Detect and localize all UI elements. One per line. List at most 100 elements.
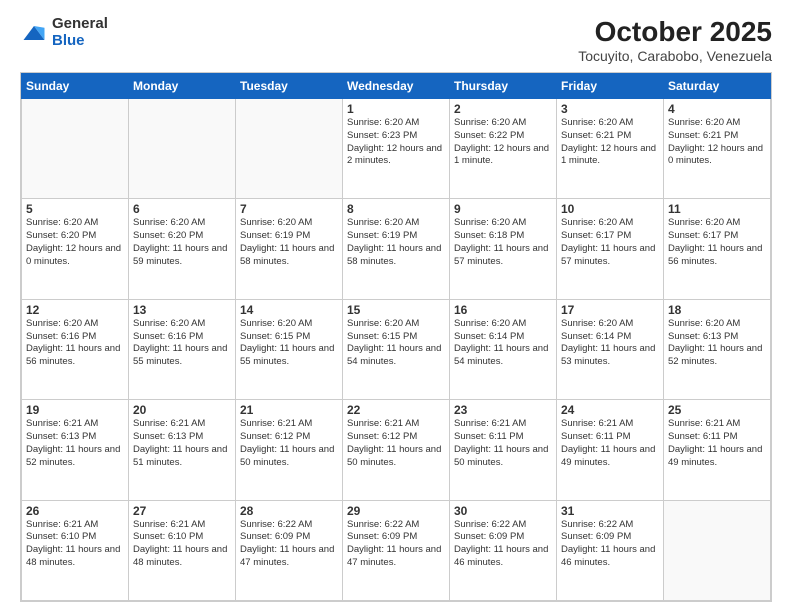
calendar-week-row: 5Sunrise: 6:20 AM Sunset: 6:20 PM Daylig… <box>22 199 771 299</box>
day-number: 30 <box>454 504 552 518</box>
calendar-day-cell: 17Sunrise: 6:20 AM Sunset: 6:14 PM Dayli… <box>557 299 664 399</box>
day-info: Sunrise: 6:21 AM Sunset: 6:12 PM Dayligh… <box>347 418 445 469</box>
day-info: Sunrise: 6:21 AM Sunset: 6:13 PM Dayligh… <box>133 418 231 469</box>
calendar-day-cell: 25Sunrise: 6:21 AM Sunset: 6:11 PM Dayli… <box>664 400 771 500</box>
calendar-day-cell: 5Sunrise: 6:20 AM Sunset: 6:20 PM Daylig… <box>22 199 129 299</box>
calendar-day-cell: 21Sunrise: 6:21 AM Sunset: 6:12 PM Dayli… <box>236 400 343 500</box>
day-info: Sunrise: 6:20 AM Sunset: 6:16 PM Dayligh… <box>26 318 124 369</box>
day-number: 15 <box>347 303 445 317</box>
day-info: Sunrise: 6:21 AM Sunset: 6:10 PM Dayligh… <box>133 519 231 570</box>
calendar-day-cell: 22Sunrise: 6:21 AM Sunset: 6:12 PM Dayli… <box>343 400 450 500</box>
calendar-day-cell: 30Sunrise: 6:22 AM Sunset: 6:09 PM Dayli… <box>450 500 557 600</box>
header-tuesday: Tuesday <box>236 74 343 99</box>
page-title: October 2025 <box>578 16 772 48</box>
day-info: Sunrise: 6:20 AM Sunset: 6:23 PM Dayligh… <box>347 117 445 168</box>
calendar-day-cell: 9Sunrise: 6:20 AM Sunset: 6:18 PM Daylig… <box>450 199 557 299</box>
day-number: 6 <box>133 202 231 216</box>
calendar-day-cell: 26Sunrise: 6:21 AM Sunset: 6:10 PM Dayli… <box>22 500 129 600</box>
calendar-day-cell <box>129 99 236 199</box>
day-info: Sunrise: 6:20 AM Sunset: 6:14 PM Dayligh… <box>454 318 552 369</box>
header: General Blue October 2025 Tocuyito, Cara… <box>20 16 772 64</box>
calendar-day-cell: 24Sunrise: 6:21 AM Sunset: 6:11 PM Dayli… <box>557 400 664 500</box>
day-number: 2 <box>454 102 552 116</box>
day-info: Sunrise: 6:20 AM Sunset: 6:18 PM Dayligh… <box>454 217 552 268</box>
day-info: Sunrise: 6:20 AM Sunset: 6:21 PM Dayligh… <box>668 117 766 168</box>
calendar-week-row: 1Sunrise: 6:20 AM Sunset: 6:23 PM Daylig… <box>22 99 771 199</box>
header-sunday: Sunday <box>22 74 129 99</box>
logo-blue: Blue <box>52 33 108 50</box>
header-thursday: Thursday <box>450 74 557 99</box>
logo-icon <box>20 19 48 47</box>
calendar-day-cell: 13Sunrise: 6:20 AM Sunset: 6:16 PM Dayli… <box>129 299 236 399</box>
day-number: 7 <box>240 202 338 216</box>
calendar-day-cell <box>236 99 343 199</box>
calendar-day-cell: 7Sunrise: 6:20 AM Sunset: 6:19 PM Daylig… <box>236 199 343 299</box>
day-number: 5 <box>26 202 124 216</box>
calendar: Sunday Monday Tuesday Wednesday Thursday… <box>20 72 772 602</box>
day-info: Sunrise: 6:20 AM Sunset: 6:20 PM Dayligh… <box>26 217 124 268</box>
day-number: 23 <box>454 403 552 417</box>
calendar-day-cell: 15Sunrise: 6:20 AM Sunset: 6:15 PM Dayli… <box>343 299 450 399</box>
day-info: Sunrise: 6:21 AM Sunset: 6:11 PM Dayligh… <box>454 418 552 469</box>
logo-general: General <box>52 16 108 33</box>
day-info: Sunrise: 6:20 AM Sunset: 6:21 PM Dayligh… <box>561 117 659 168</box>
header-monday: Monday <box>129 74 236 99</box>
page: General Blue October 2025 Tocuyito, Cara… <box>0 0 792 612</box>
day-info: Sunrise: 6:20 AM Sunset: 6:13 PM Dayligh… <box>668 318 766 369</box>
calendar-day-cell <box>22 99 129 199</box>
day-number: 3 <box>561 102 659 116</box>
day-info: Sunrise: 6:21 AM Sunset: 6:11 PM Dayligh… <box>668 418 766 469</box>
day-number: 17 <box>561 303 659 317</box>
day-info: Sunrise: 6:21 AM Sunset: 6:13 PM Dayligh… <box>26 418 124 469</box>
day-info: Sunrise: 6:20 AM Sunset: 6:16 PM Dayligh… <box>133 318 231 369</box>
calendar-day-cell: 3Sunrise: 6:20 AM Sunset: 6:21 PM Daylig… <box>557 99 664 199</box>
day-info: Sunrise: 6:20 AM Sunset: 6:20 PM Dayligh… <box>133 217 231 268</box>
header-friday: Friday <box>557 74 664 99</box>
day-info: Sunrise: 6:22 AM Sunset: 6:09 PM Dayligh… <box>240 519 338 570</box>
calendar-day-cell: 12Sunrise: 6:20 AM Sunset: 6:16 PM Dayli… <box>22 299 129 399</box>
calendar-day-cell: 20Sunrise: 6:21 AM Sunset: 6:13 PM Dayli… <box>129 400 236 500</box>
day-info: Sunrise: 6:20 AM Sunset: 6:22 PM Dayligh… <box>454 117 552 168</box>
calendar-day-cell: 23Sunrise: 6:21 AM Sunset: 6:11 PM Dayli… <box>450 400 557 500</box>
calendar-day-cell: 19Sunrise: 6:21 AM Sunset: 6:13 PM Dayli… <box>22 400 129 500</box>
day-info: Sunrise: 6:20 AM Sunset: 6:17 PM Dayligh… <box>561 217 659 268</box>
calendar-day-cell: 6Sunrise: 6:20 AM Sunset: 6:20 PM Daylig… <box>129 199 236 299</box>
calendar-week-row: 26 Sunrise: 6:21 AM Sunset: 6:10 PM Dayli… <box>22 500 771 600</box>
day-info: Sunrise: 6:21 AM Sunset: 6:12 PM Dayligh… <box>240 418 338 469</box>
calendar-day-cell: 31Sunrise: 6:22 AM Sunset: 6:09 PM Dayli… <box>557 500 664 600</box>
day-number: 22 <box>347 403 445 417</box>
day-info: Sunrise: 6:20 AM Sunset: 6:14 PM Dayligh… <box>561 318 659 369</box>
day-number: 20 <box>133 403 231 417</box>
weekday-header-row: Sunday Monday Tuesday Wednesday Thursday… <box>22 74 771 99</box>
day-number: 4 <box>668 102 766 116</box>
day-number: 29 <box>347 504 445 518</box>
day-number: 27 <box>133 504 231 518</box>
calendar-day-cell: 27Sunrise: 6:21 AM Sunset: 6:10 PM Dayli… <box>129 500 236 600</box>
day-number: 10 <box>561 202 659 216</box>
day-number: 1 <box>347 102 445 116</box>
day-number: 25 <box>668 403 766 417</box>
day-number: 18 <box>668 303 766 317</box>
day-info: Sunrise: 6:22 AM Sunset: 6:09 PM Dayligh… <box>454 519 552 570</box>
calendar-day-cell: 11Sunrise: 6:20 AM Sunset: 6:17 PM Dayli… <box>664 199 771 299</box>
calendar-day-cell: 14Sunrise: 6:20 AM Sunset: 6:15 PM Dayli… <box>236 299 343 399</box>
day-number: 13 <box>133 303 231 317</box>
day-number: 16 <box>454 303 552 317</box>
day-number: 24 <box>561 403 659 417</box>
day-info: Sunrise: 6:21 AM Sunset: 6:11 PM Dayligh… <box>561 418 659 469</box>
calendar-week-row: 12Sunrise: 6:20 AM Sunset: 6:16 PM Dayli… <box>22 299 771 399</box>
day-number: 26 <box>26 504 124 518</box>
day-info: Sunrise: 6:20 AM Sunset: 6:17 PM Dayligh… <box>668 217 766 268</box>
header-saturday: Saturday <box>664 74 771 99</box>
day-info: Sunrise: 6:20 AM Sunset: 6:15 PM Dayligh… <box>347 318 445 369</box>
page-subtitle: Tocuyito, Carabobo, Venezuela <box>578 48 772 64</box>
day-number: 8 <box>347 202 445 216</box>
logo-text: General Blue <box>52 16 108 49</box>
calendar-day-cell: 2Sunrise: 6:20 AM Sunset: 6:22 PM Daylig… <box>450 99 557 199</box>
day-info: Sunrise: 6:22 AM Sunset: 6:09 PM Dayligh… <box>347 519 445 570</box>
calendar-day-cell <box>664 500 771 600</box>
day-number: 31 <box>561 504 659 518</box>
header-wednesday: Wednesday <box>343 74 450 99</box>
day-number: 9 <box>454 202 552 216</box>
day-info: Sunrise: 6:20 AM Sunset: 6:19 PM Dayligh… <box>347 217 445 268</box>
